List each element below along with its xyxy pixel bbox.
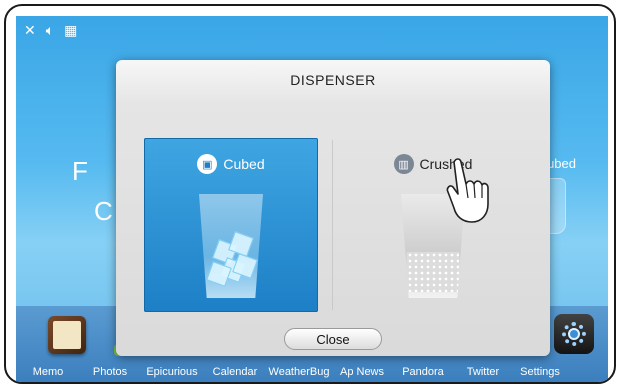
dock-label-calendar[interactable]: Calendar bbox=[204, 366, 266, 378]
device-frame: ✕ 🔈︎ ▦ F C Cubed Memo Photos Epicurious … bbox=[4, 4, 616, 384]
background-text-fragment: C bbox=[94, 196, 113, 226]
cubed-glass-icon: ▣ bbox=[197, 154, 218, 174]
background-text-fragment: F bbox=[72, 156, 88, 186]
dock-label-pandora[interactable]: Pandora bbox=[392, 366, 454, 378]
option-cubed-label: Cubed bbox=[223, 156, 265, 172]
fridge-screen: ✕ 🔈︎ ▦ F C Cubed Memo Photos Epicurious … bbox=[16, 16, 608, 382]
dock-label-epicurious[interactable]: Epicurious bbox=[140, 366, 204, 378]
dock-label-photos[interactable]: Photos bbox=[80, 366, 140, 378]
wifi-icon[interactable]: ▦ bbox=[64, 22, 77, 39]
dock-label-weatherbug[interactable]: WeatherBug bbox=[266, 366, 332, 378]
cubed-ice-glass-image bbox=[199, 194, 263, 298]
pointing-hand-icon bbox=[446, 158, 489, 223]
option-crushed[interactable]: ▥ Crushed bbox=[346, 138, 520, 312]
dialog-title: DISPENSER bbox=[290, 72, 376, 88]
volume-icon[interactable]: 🔈︎ bbox=[46, 22, 54, 39]
dock-label-twitter[interactable]: Twitter bbox=[454, 366, 512, 378]
settings-icon[interactable] bbox=[554, 314, 594, 354]
dock-label-ap-news[interactable]: Ap News bbox=[332, 366, 392, 378]
divider bbox=[332, 140, 333, 310]
status-bar: ✕ 🔈︎ ▦ bbox=[24, 22, 77, 39]
crushed-glass-icon: ▥ bbox=[393, 154, 414, 174]
dispenser-dialog: DISPENSER ▣ Cubed ▥ Crushed Close bbox=[116, 60, 550, 356]
close-icon[interactable]: ✕ bbox=[24, 22, 36, 39]
option-cubed[interactable]: ▣ Cubed bbox=[144, 138, 318, 312]
dock-label-memo[interactable]: Memo bbox=[16, 366, 80, 378]
dock-label-settings[interactable]: Settings bbox=[512, 366, 568, 378]
dock-labels: Memo Photos Epicurious Calendar WeatherB… bbox=[16, 366, 608, 378]
close-button[interactable]: Close bbox=[284, 328, 382, 350]
memo-icon[interactable] bbox=[48, 316, 86, 354]
